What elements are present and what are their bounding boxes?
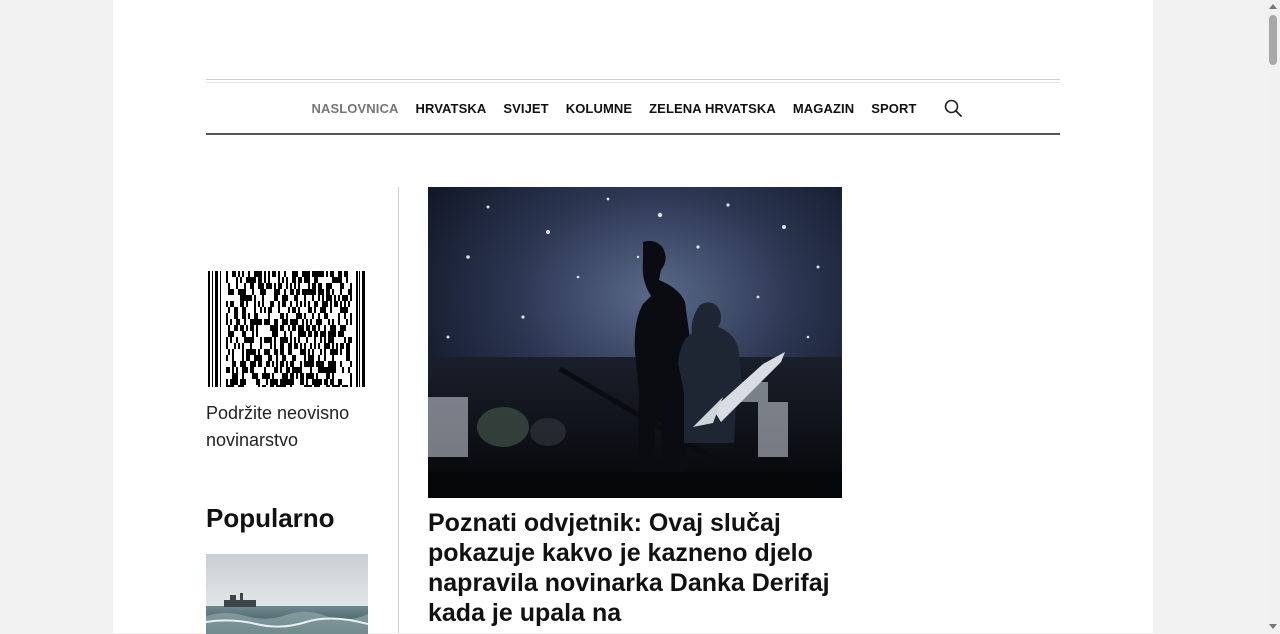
page-container: NASLOVNICA HRVATSKA SVIJET KOLUMNE ZELEN… xyxy=(113,0,1153,634)
nav-top-rule xyxy=(206,79,1060,80)
scroll-up-icon[interactable] xyxy=(1269,4,1277,9)
column-divider xyxy=(398,187,399,633)
hero-article-image[interactable] xyxy=(428,187,842,498)
nav-item-magazin[interactable]: MAGAZIN xyxy=(793,101,854,116)
nav-item-sport[interactable]: SPORT xyxy=(871,101,916,116)
scrollbar-thumb[interactable] xyxy=(1269,15,1277,65)
popular-heading: Popularno xyxy=(206,503,335,533)
nav-item-kolumne[interactable]: KOLUMNE xyxy=(566,101,632,116)
nav-item-zelena-hrvatska[interactable]: ZELENA HRVATSKA xyxy=(649,101,776,116)
main-nav: NASLOVNICA HRVATSKA SVIJET KOLUMNE ZELEN… xyxy=(206,83,1060,135)
popular-article-thumbnail[interactable] xyxy=(206,554,368,634)
page-scrollbar[interactable] xyxy=(1266,0,1280,633)
nav-item-naslovnica[interactable]: NASLOVNICA xyxy=(312,101,399,116)
search-icon[interactable] xyxy=(943,98,963,118)
hero-article-headline[interactable]: Poznati odvjetnik: Ovaj slučaj pokazuje … xyxy=(428,508,848,628)
nav-item-hrvatska[interactable]: HRVATSKA xyxy=(415,101,486,116)
donation-barcode[interactable] xyxy=(208,271,366,391)
nav-item-svijet[interactable]: SVIJET xyxy=(503,101,548,116)
scroll-down-icon[interactable] xyxy=(1269,624,1277,629)
support-journalism-text[interactable]: Podržite neovisno novinarstvo xyxy=(206,400,376,454)
